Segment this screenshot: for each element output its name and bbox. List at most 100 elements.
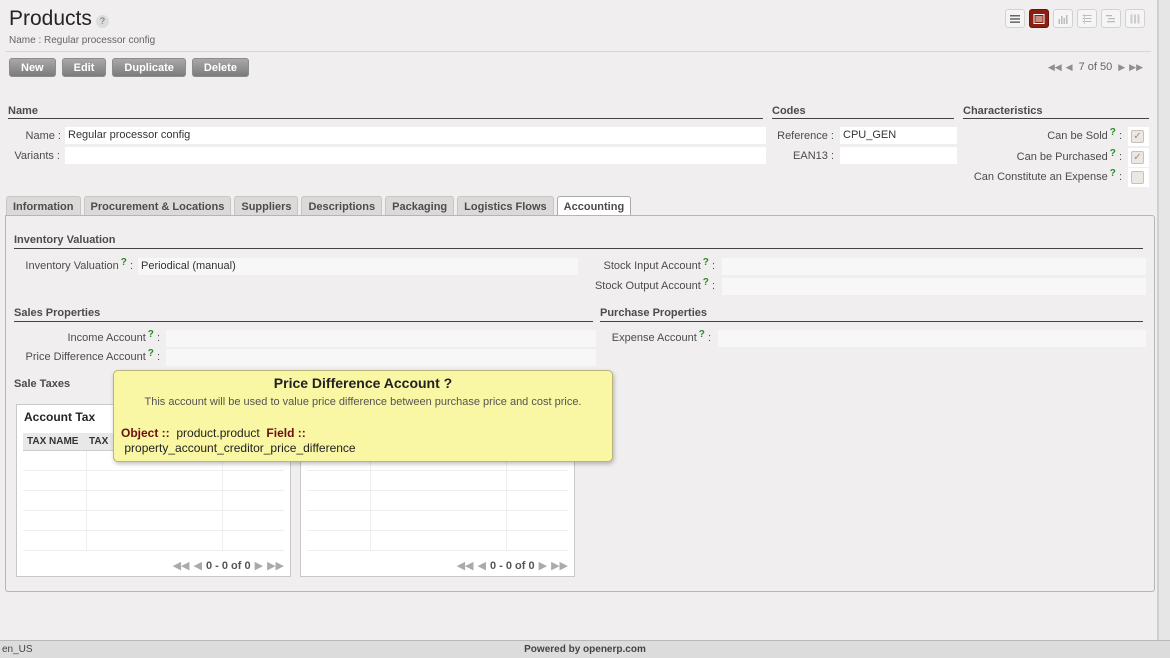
ean13-field[interactable] <box>840 147 957 164</box>
variants-label: Variants : <box>14 150 60 162</box>
codes-group-divider <box>772 118 954 119</box>
column-divider <box>86 451 87 551</box>
sales-properties-title: Sales Properties <box>14 307 101 319</box>
first-page-icon[interactable]: ◀◀ <box>173 559 190 572</box>
tooltip-object-value: product.product <box>176 426 260 440</box>
sales-properties-divider <box>14 321 593 322</box>
variants-field[interactable] <box>65 147 766 164</box>
list-view-icon[interactable] <box>1005 9 1025 28</box>
kanban-view-icon[interactable] <box>1125 9 1145 28</box>
purchase-properties-title: Purchase Properties <box>600 307 707 319</box>
price-difference-account-label: Price Difference Account? : <box>25 348 160 363</box>
price-difference-account-field[interactable] <box>166 349 596 366</box>
column-divider <box>506 451 507 551</box>
inventory-valuation-divider <box>14 248 1143 249</box>
footer: en_US Powered by openerp.com <box>0 640 1170 658</box>
tab-information[interactable]: Information <box>6 196 81 216</box>
gantt-view-icon[interactable] <box>1101 9 1121 28</box>
reference-field[interactable]: CPU_GEN <box>840 127 957 144</box>
previous-page-icon[interactable]: ◀ <box>478 559 486 572</box>
page-subtitle: Name : Regular processor config <box>9 35 156 46</box>
tooltip-field-label: Field :: <box>266 426 306 440</box>
tooltip-description: This account will be used to value price… <box>144 396 582 408</box>
notebook-tabs: Information Procurement & Locations Supp… <box>6 196 632 217</box>
new-button[interactable]: New <box>9 58 56 77</box>
expense-account-field[interactable] <box>718 330 1146 347</box>
can-be-sold-label: Can be Sold? : <box>1047 127 1122 142</box>
table-row <box>23 511 284 531</box>
column-header-tax[interactable]: TAX <box>85 436 108 447</box>
can-be-purchased-label: Can be Purchased? : <box>1016 148 1122 163</box>
tab-suppliers[interactable]: Suppliers <box>234 196 299 216</box>
next-page-icon[interactable]: ▶ <box>539 559 547 572</box>
tab-packaging[interactable]: Packaging <box>385 196 455 216</box>
account-tax-pager: ◀◀ ◀ 0 - 0 of 0 ▶ ▶▶ <box>173 559 284 573</box>
page: Products? Name : Regular processor confi… <box>0 0 1158 640</box>
tab-procurement-locations[interactable]: Procurement & Locations <box>83 196 232 216</box>
table-body <box>307 451 568 551</box>
pager-status: 7 of 50 <box>1078 61 1113 73</box>
expense-account-label: Expense Account? : <box>611 329 711 344</box>
codes-group-title: Codes <box>772 105 806 117</box>
toolbar: New Edit Duplicate Delete <box>9 58 249 77</box>
characteristics-group-title: Characteristics <box>963 105 1043 117</box>
stock-input-account-label: Stock Input Account? : <box>603 257 715 272</box>
help-icon[interactable]: ? <box>95 14 109 28</box>
column-header-tax-name[interactable]: TAX NAME <box>23 436 85 447</box>
purchase-tax-pager-status: 0 - 0 of 0 <box>489 559 535 572</box>
sale-taxes-title: Sale Taxes <box>14 378 71 390</box>
next-record-icon[interactable]: ▶ <box>1118 62 1125 73</box>
table-body <box>23 451 284 551</box>
table-row <box>23 491 284 511</box>
tooltip-object-label: Object :: <box>121 426 170 440</box>
can-be-sold-checkbox[interactable]: ✓ <box>1131 130 1144 143</box>
table-row <box>307 511 568 531</box>
vertical-scrollbar[interactable] <box>1158 0 1170 640</box>
header-divider <box>6 51 1151 52</box>
duplicate-button[interactable]: Duplicate <box>112 58 186 77</box>
column-divider <box>222 451 223 551</box>
next-page-icon[interactable]: ▶ <box>255 559 263 572</box>
graph-view-icon[interactable] <box>1053 9 1073 28</box>
previous-record-icon[interactable]: ◀ <box>1066 62 1073 73</box>
page-title: Products? <box>9 7 109 31</box>
income-account-field[interactable] <box>166 330 596 347</box>
last-page-icon[interactable]: ▶▶ <box>551 559 568 572</box>
tab-logistics-flows[interactable]: Logistics Flows <box>457 196 554 216</box>
tab-accounting[interactable]: Accounting <box>556 196 632 217</box>
first-page-icon[interactable]: ◀◀ <box>457 559 474 572</box>
purchase-tax-pager: ◀◀ ◀ 0 - 0 of 0 ▶ ▶▶ <box>457 559 568 573</box>
table-row <box>23 471 284 491</box>
stock-input-account-field[interactable] <box>722 258 1146 275</box>
delete-button[interactable]: Delete <box>191 58 249 77</box>
can-constitute-expense-label: Can Constitute an Expense? : <box>973 168 1122 183</box>
powered-by-link[interactable]: Powered by openerp.com <box>0 644 1170 655</box>
view-switcher <box>1005 9 1145 28</box>
ean13-label: EAN13 : <box>793 150 834 162</box>
stock-output-account-field[interactable] <box>722 278 1146 295</box>
tab-descriptions[interactable]: Descriptions <box>301 196 383 216</box>
edit-button[interactable]: Edit <box>61 58 107 77</box>
name-field[interactable]: Regular processor config <box>65 127 766 144</box>
characteristics-group-divider <box>963 118 1149 119</box>
stock-output-account-label: Stock Output Account? : <box>594 277 715 292</box>
column-divider <box>370 451 371 551</box>
form-view-icon[interactable] <box>1029 9 1049 28</box>
previous-page-icon[interactable]: ◀ <box>194 559 202 572</box>
last-page-icon[interactable]: ▶▶ <box>267 559 284 572</box>
calendar-view-icon[interactable] <box>1077 9 1097 28</box>
account-tax-table-title: Account Tax <box>24 410 96 424</box>
can-be-purchased-checkbox[interactable]: ✓ <box>1131 151 1144 164</box>
name-group-divider <box>8 118 763 119</box>
name-group-title: Name <box>8 105 38 117</box>
tooltip-title: Price Difference Account ? <box>273 375 453 391</box>
last-record-icon[interactable]: ▶▶ <box>1129 62 1143 73</box>
tooltip-field-value: property_account_creditor_price_differen… <box>124 441 356 455</box>
table-row <box>23 531 284 551</box>
reference-label: Reference : <box>777 130 834 142</box>
first-record-icon[interactable]: ◀◀ <box>1048 62 1062 73</box>
can-constitute-expense-checkbox[interactable] <box>1131 171 1144 184</box>
inventory-valuation-label: Inventory Valuation? : <box>25 257 133 272</box>
inventory-valuation-select[interactable]: Periodical (manual) <box>138 258 578 275</box>
income-account-label: Income Account? : <box>67 329 160 344</box>
